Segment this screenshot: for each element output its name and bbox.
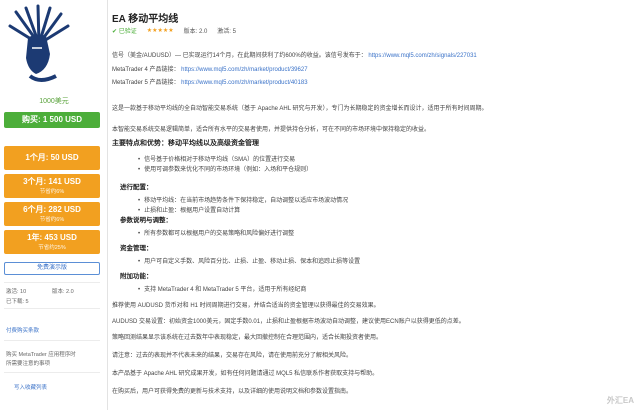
- mt4-product-link[interactable]: https://www.mql5.com/zh/market/product/3…: [181, 67, 307, 73]
- signal-link[interactable]: https://www.mql5.com/zh/signals/227031: [368, 53, 476, 59]
- list-item: 用户可自定义手数、风险百分比、止损、止盈、移动止损、保本和追踪止损等设置: [138, 256, 360, 265]
- divider: [4, 308, 100, 309]
- rating-stars-icon: ★★★★★: [146, 28, 174, 34]
- paragraph-backtest: 策略回测结果显示该系统在过去数年中表现稳定，最大回撤控制在合理范围内，适合长期投…: [112, 335, 383, 341]
- paragraph-support: 本产品基于 Apache AHL 研究成果开发，如有任何问题请通过 MQL5 私…: [112, 371, 379, 377]
- section-heading-features: 主要特点和优势：移动平均线以及高级资金管理: [112, 140, 259, 147]
- price-label: 1000美元: [39, 98, 69, 105]
- list-item: 信号基于价格相对于移动平均线（SMA）的位置进行交易: [138, 154, 295, 163]
- mt4-label: MetaTrader 4 产品链接：: [112, 67, 180, 73]
- version-text: 版本: 2.0: [183, 29, 208, 35]
- section-heading-config: 进行配置：: [120, 184, 153, 191]
- product-title: EA 移动平均线: [112, 14, 179, 25]
- divider: [4, 340, 100, 341]
- product-header: EA 移动平均线 ✔ 已验证 ★★★★★ 版本: 2.0 激活: 5: [112, 0, 640, 40]
- left-sidebar: 1000美元 购买: 1 500 USD 1个月: 50 USD 3个月: 14…: [0, 0, 108, 410]
- add-to-favorites-link[interactable]: 写入收藏列表: [14, 383, 47, 391]
- activations-label: 激活: 10: [6, 289, 27, 295]
- list-item: 所有参数都可以根据用户的交易策略和风险偏好进行调整: [138, 228, 294, 237]
- list-item: 止损和止盈：根据用户设置自动计算: [138, 205, 240, 214]
- mt5-label: MetaTrader 5 产品链接：: [112, 80, 180, 86]
- section-heading-extras: 附加功能：: [120, 273, 153, 280]
- rent-option-3-months[interactable]: 3个月: 141 USD 节省约6%: [4, 174, 100, 198]
- buy-button[interactable]: 购买: 1 500 USD: [4, 112, 100, 128]
- rent-option-label: 1年: 453 USD: [27, 233, 77, 242]
- paragraph-text: 信号（美金/AUDUSD）— 已实现运行14个月，在此期间获利了约600%的收益…: [112, 53, 367, 59]
- product-logo-icon: [6, 4, 72, 86]
- rent-option-label: 6个月: 282 USD: [23, 205, 81, 214]
- terms-link[interactable]: 付费购买条款: [6, 326, 39, 334]
- product-description: 信号（美金/AUDUSD）— 已实现运行14个月，在此期间获利了约600%的收益…: [112, 46, 634, 410]
- mt5-link-line: MetaTrader 5 产品链接： https://www.mql5.com/…: [112, 77, 308, 86]
- section-heading-money: 资金管理：: [120, 245, 153, 252]
- paragraph-settings: AUDUSD 交易设置：初始资金1000美元，固定手数0.01，止损和止盈根据市…: [112, 319, 465, 325]
- rent-option-label: 3个月: 141 USD: [23, 177, 81, 186]
- rent-option-1-month[interactable]: 1个月: 50 USD: [4, 146, 100, 170]
- mt5-product-link[interactable]: https://www.mql5.com/zh/market/product/4…: [181, 80, 307, 86]
- product-meta: ✔ 已验证 ★★★★★ 版本: 2.0 激活: 5: [112, 26, 236, 35]
- rent-option-6-months[interactable]: 6个月: 282 USD 节省约6%: [4, 202, 100, 226]
- watermark: 外汇EA: [606, 396, 634, 405]
- paragraph-recommend: 推荐使用 AUDUSD 货币对和 H1 时间周期进行交易，并结合适当的资金管理以…: [112, 303, 380, 309]
- paragraph-signal: 信号（美金/AUDUSD）— 已实现运行14个月，在此期间获利了约600%的收益…: [112, 50, 632, 59]
- rent-option-label: 1个月: 50 USD: [25, 153, 79, 162]
- version-label: 版本: 2.0: [52, 289, 74, 295]
- info-line-1: 购买 MetaTrader 应用程序时: [6, 352, 76, 358]
- list-item: 使用可调参数来优化不同的市场环境（例如：入场和平仓规则）: [138, 164, 312, 173]
- free-demo-button[interactable]: 免费演示版: [4, 262, 100, 275]
- activations-text: 激活: 5: [217, 29, 236, 35]
- divider: [4, 282, 100, 283]
- section-heading-params: 参数说明与调整：: [120, 217, 172, 224]
- rent-option-saving: 节省约25%: [38, 245, 66, 251]
- verified-badge: ✔ 已验证: [112, 29, 137, 35]
- list-item: 移动平均线：在当前市场趋势条件下保持稳定，自动调整以适应市场波动情况: [138, 195, 348, 204]
- paragraph-updates: 在购买后，用户可获得免费的更新与技术支持，以及详细的使用说明文档和参数设置指南。: [112, 389, 353, 395]
- paragraph-logic: 本智能交易系统交易逻辑简单，适合所有水平的交易者使用，并提供持仓分析，可在不同的…: [112, 127, 431, 133]
- rent-option-saving: 节省约6%: [39, 189, 65, 195]
- divider: [4, 372, 100, 373]
- rent-option-1-year[interactable]: 1年: 453 USD 节省约25%: [4, 230, 100, 254]
- downloads-label: 已下载: 5: [6, 299, 29, 305]
- paragraph-risk: 请注意：过去的表现并不代表未来的结果，交易存在风险，请在使用前充分了解相关风险。: [112, 353, 353, 359]
- paragraph-intro: 这是一款基于移动平均线的全自动智能交易系统（基于 Apache AHL 研究与开…: [112, 106, 488, 112]
- rent-option-saving: 节省约6%: [39, 217, 65, 223]
- mt4-link-line: MetaTrader 4 产品链接： https://www.mql5.com/…: [112, 64, 308, 73]
- list-item: 支持 MetaTrader 4 和 MetaTrader 5 平台，适用于所有经…: [138, 284, 306, 293]
- info-line-2: 所需要注意的事项: [6, 361, 51, 367]
